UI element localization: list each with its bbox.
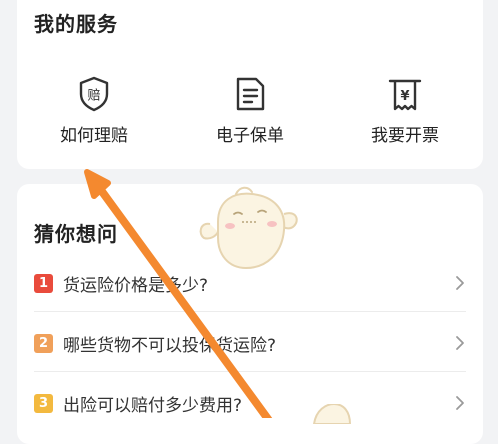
faq-question: 出险可以赔付多少费用? bbox=[63, 396, 243, 416]
faq-item[interactable]: 3 出险可以赔付多少费用? bbox=[34, 374, 466, 432]
faq-title: 猜你想问 bbox=[34, 222, 118, 246]
service-e-policy[interactable]: 电子保单 bbox=[180, 76, 320, 156]
divider bbox=[34, 311, 466, 312]
chevron-right-icon bbox=[456, 276, 464, 290]
service-how-to-claim[interactable]: 赔 如何理赔 bbox=[24, 76, 164, 156]
faq-number-badge: 1 bbox=[34, 274, 53, 293]
faq-question: 哪些货物不可以投保货运险? bbox=[63, 336, 277, 356]
service-label: 电子保单 bbox=[216, 126, 284, 146]
invoice-icon-glyph: ¥ bbox=[400, 89, 409, 104]
faq-number-badge: 3 bbox=[34, 394, 53, 413]
service-label: 我要开票 bbox=[371, 126, 439, 146]
faq-item[interactable]: 2 哪些货物不可以投保货运险? bbox=[34, 314, 466, 372]
chevron-right-icon bbox=[456, 336, 464, 350]
invoice-icon: ¥ bbox=[388, 79, 422, 111]
chevron-right-icon bbox=[456, 396, 464, 410]
mascot-sticker bbox=[312, 404, 352, 424]
claim-shield-icon: 赔 bbox=[79, 76, 109, 112]
services-title: 我的服务 bbox=[34, 12, 118, 36]
mascot-sticker bbox=[199, 186, 298, 270]
faq-number-badge: 2 bbox=[34, 334, 53, 353]
faq-question: 货运险价格是多少? bbox=[63, 276, 209, 296]
document-icon bbox=[236, 77, 265, 111]
divider bbox=[34, 371, 466, 372]
my-services-card: 我的服务 赔 如何理赔 电子保单 ¥ 我要开票 bbox=[17, 0, 483, 169]
service-invoice[interactable]: ¥ 我要开票 bbox=[335, 76, 475, 156]
service-label: 如何理赔 bbox=[60, 126, 128, 146]
claim-icon-glyph: 赔 bbox=[87, 89, 100, 104]
